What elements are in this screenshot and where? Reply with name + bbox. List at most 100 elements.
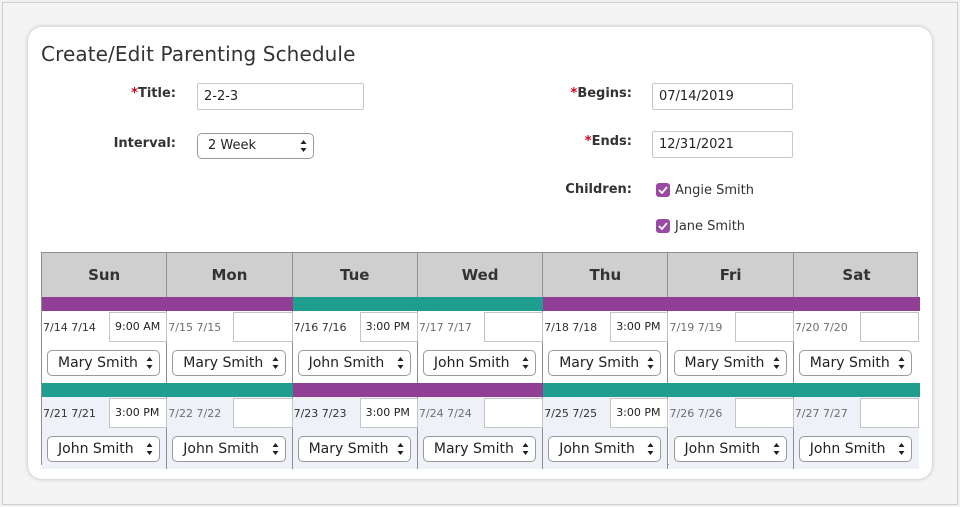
- parent-select[interactable]: Mary Smith: [673, 350, 787, 376]
- date-label: 7/27 7/27: [794, 407, 848, 420]
- child-checkbox-angie[interactable]: Angie Smith: [656, 181, 754, 199]
- begins-label: *Begins:: [570, 86, 633, 101]
- custody-color-bar: [793, 297, 920, 311]
- page-title: Create/Edit Parenting Schedule: [41, 42, 356, 66]
- ends-label: *Ends:: [584, 134, 632, 149]
- title-input[interactable]: [197, 83, 364, 110]
- custody-color-bar: [42, 383, 168, 397]
- select-arrows-icon: [272, 357, 279, 369]
- select-arrows-icon: [898, 443, 905, 455]
- day-header-mon: Mon: [167, 253, 293, 297]
- select-arrows-icon: [397, 357, 404, 369]
- custody-color-bar: [417, 383, 544, 397]
- exchange-time-input[interactable]: [859, 312, 920, 342]
- parent-select[interactable]: John Smith: [798, 436, 913, 462]
- calendar-day-cell: 7/26 7/26 John Smith: [668, 397, 794, 469]
- date-label: 7/19 7/19: [669, 321, 723, 334]
- calendar-day-cell: 7/23 7/23 3:00 PM Mary Smith: [292, 397, 418, 469]
- exchange-time-input[interactable]: [233, 398, 293, 428]
- calendar-day-cell: 7/15 7/15 Mary Smith: [167, 311, 293, 383]
- day-header-tue: Tue: [293, 253, 418, 297]
- exchange-time-input[interactable]: 3:00 PM: [359, 398, 418, 428]
- date-label: 7/25 7/25: [544, 407, 598, 420]
- begins-date-input[interactable]: [652, 83, 793, 110]
- select-arrows-icon: [300, 140, 307, 152]
- calendar-day-cell: 7/17 7/17 John Smith: [417, 311, 544, 383]
- custody-color-bar: [167, 383, 294, 397]
- exchange-time-input[interactable]: 9:00 AM: [109, 312, 168, 342]
- custody-color-bar: [793, 383, 920, 397]
- day-header-fri: Fri: [669, 253, 794, 297]
- exchange-time-input[interactable]: [734, 398, 794, 428]
- custody-color-bar: [543, 297, 669, 311]
- select-arrows-icon: [647, 443, 654, 455]
- exchange-time-input[interactable]: [233, 312, 293, 342]
- parent-select[interactable]: John Smith: [297, 350, 411, 376]
- select-arrows-icon: [397, 443, 404, 455]
- child-checkbox-jane[interactable]: Jane Smith: [656, 217, 745, 235]
- parent-select[interactable]: John Smith: [47, 436, 161, 462]
- select-arrows-icon: [146, 357, 153, 369]
- parent-select[interactable]: John Smith: [548, 436, 662, 462]
- checkbox-checked-icon[interactable]: [656, 219, 670, 233]
- calendar-day-cell: 7/19 7/19 Mary Smith: [668, 311, 794, 383]
- calendar-day-cell: 7/20 7/20 Mary Smith: [793, 311, 920, 383]
- exchange-time-input[interactable]: 3:00 PM: [109, 398, 168, 428]
- custody-color-bar: [167, 297, 294, 311]
- day-header-thu: Thu: [543, 253, 669, 297]
- parent-select[interactable]: Mary Smith: [297, 436, 411, 462]
- parent-select[interactable]: Mary Smith: [47, 350, 161, 376]
- checkbox-checked-icon[interactable]: [656, 183, 670, 197]
- exchange-time-input[interactable]: 3:00 PM: [359, 312, 418, 342]
- date-label: 7/18 7/18: [544, 321, 598, 334]
- title-label: *Title:: [131, 86, 176, 101]
- exchange-time-input[interactable]: [734, 312, 794, 342]
- date-label: 7/24 7/24: [418, 407, 472, 420]
- date-label: 7/26 7/26: [669, 407, 723, 420]
- exchange-time-input[interactable]: [483, 398, 544, 428]
- day-header-wed: Wed: [418, 253, 544, 297]
- exchange-time-input[interactable]: [483, 312, 544, 342]
- calendar-day-cell: 7/22 7/22 John Smith: [167, 397, 293, 469]
- select-arrows-icon: [522, 357, 529, 369]
- day-header-sat: Sat: [842, 266, 871, 284]
- parent-select[interactable]: John Smith: [172, 436, 286, 462]
- parent-select[interactable]: John Smith: [422, 350, 537, 376]
- calendar-header-row: Sun Mon Tue Wed Thu Fri Sat: [42, 253, 917, 297]
- ends-date-input[interactable]: [652, 131, 793, 158]
- parent-select[interactable]: Mary Smith: [548, 350, 662, 376]
- select-arrows-icon: [773, 357, 780, 369]
- calendar-day-cell: 7/27 7/27 John Smith: [793, 397, 920, 469]
- calendar-day-cell: 7/16 7/16 3:00 PM John Smith: [292, 311, 418, 383]
- date-label: 7/17 7/17: [418, 321, 472, 334]
- custody-color-bar: [543, 383, 669, 397]
- custody-color-bar: [668, 297, 795, 311]
- interval-select[interactable]: 2 Week: [197, 133, 314, 159]
- day-header-sun: Sun: [42, 253, 168, 297]
- exchange-time-input[interactable]: 3:00 PM: [610, 398, 669, 428]
- date-label: 7/20 7/20: [794, 321, 848, 334]
- select-arrows-icon: [773, 443, 780, 455]
- date-label: 7/15 7/15: [168, 321, 222, 334]
- select-arrows-icon: [898, 357, 905, 369]
- custody-color-bar: [292, 297, 419, 311]
- custody-color-bar: [668, 383, 795, 397]
- date-label: 7/14 7/14: [43, 321, 96, 334]
- parent-select[interactable]: Mary Smith: [422, 436, 537, 462]
- exchange-time-input[interactable]: 3:00 PM: [610, 312, 669, 342]
- parent-select[interactable]: Mary Smith: [798, 350, 913, 376]
- exchange-time-input[interactable]: [859, 398, 920, 428]
- parent-select[interactable]: Mary Smith: [172, 350, 286, 376]
- custody-color-bar: [417, 297, 544, 311]
- schedule-card: Create/Edit Parenting Schedule *Title: I…: [28, 27, 932, 479]
- calendar-day-cell: 7/14 7/14 9:00 AM Mary Smith: [42, 311, 168, 383]
- custody-color-bar: [292, 383, 419, 397]
- parent-select[interactable]: John Smith: [673, 436, 787, 462]
- select-arrows-icon: [522, 443, 529, 455]
- calendar-day-cell: 7/21 7/21 3:00 PM John Smith: [42, 397, 168, 469]
- select-arrows-icon: [146, 443, 153, 455]
- date-label: 7/21 7/21: [43, 407, 96, 420]
- calendar-day-cell: 7/24 7/24 Mary Smith: [417, 397, 544, 469]
- schedule-calendar: Sun Mon Tue Wed Thu Fri Sat 7/14 7/14 9:00 AM Ma…: [41, 252, 920, 469]
- date-label: 7/22 7/22: [168, 407, 222, 420]
